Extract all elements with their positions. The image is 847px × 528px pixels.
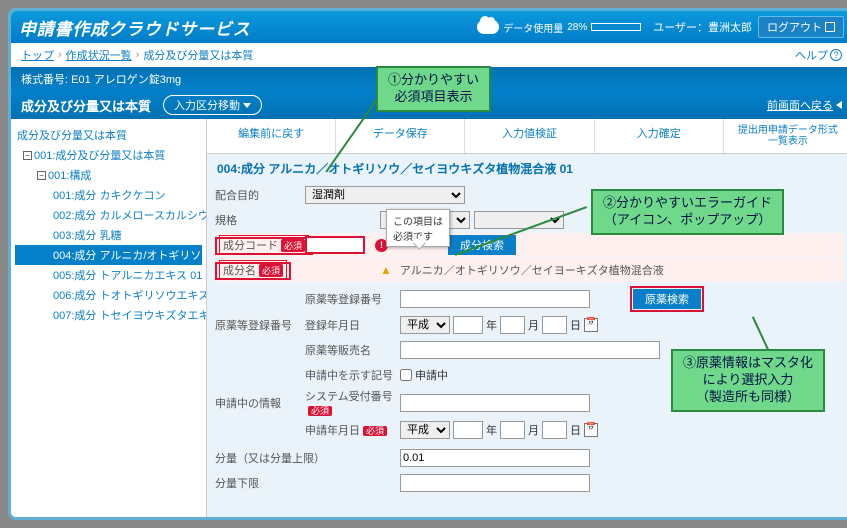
- input-day[interactable]: [542, 316, 567, 334]
- logout-icon: [825, 22, 835, 32]
- calendar-icon[interactable]: 📅: [584, 423, 598, 437]
- label-qtylow: 分量下限: [215, 475, 400, 491]
- input-month2[interactable]: [500, 421, 525, 439]
- input-code[interactable]: [305, 236, 365, 254]
- section-title: 成分及び分量又は本質: [21, 96, 151, 115]
- help-link[interactable]: ヘルプ ?: [795, 47, 842, 63]
- function-row: 編集前に戻す データ保存 入力値検証 入力確定 提出用申請データ形式 一覧表示: [207, 119, 847, 154]
- confirm-button[interactable]: 入力確定: [595, 119, 724, 153]
- crumb-current: 成分及び分量又は本質: [143, 47, 253, 63]
- tree-root[interactable]: 成分及び分量又は本質: [15, 125, 202, 145]
- tree-item[interactable]: 003:成分 乳糖: [15, 225, 202, 245]
- label-appdate: 申請年月日必須: [305, 422, 400, 438]
- input-day2[interactable]: [542, 421, 567, 439]
- label-sysno: システム受付番号必須: [305, 388, 400, 417]
- group-app: 申請中の情報: [215, 395, 305, 411]
- crumb-list[interactable]: 作成状況一覧: [66, 47, 132, 63]
- breadcrumb: トップ › 作成状況一覧 › 成分及び分量又は本質 ヘルプ ?: [11, 43, 847, 67]
- validate-button[interactable]: 入力値検証: [465, 119, 594, 153]
- calendar-icon[interactable]: 📅: [584, 318, 598, 332]
- tree-item[interactable]: 006:成分 トオトギリソウエキス アル: [15, 285, 202, 305]
- label-purpose: 配合目的: [215, 187, 305, 203]
- annotation-1: ①分かりやすい 必須項目表示: [376, 66, 491, 112]
- group-reg: 原薬等登録番号: [215, 317, 305, 333]
- record-title: 004:成分 アルニカ／オトギリソウ／セイヨウキズタ植物混合液 01: [207, 154, 847, 183]
- cloud-icon: [477, 20, 499, 34]
- select-era2[interactable]: 平成: [400, 421, 450, 439]
- app-logo: 申請書作成クラウドサービス: [19, 15, 477, 40]
- annotation-2: ②分かりやすいエラーガイド （アイコン、ポップアップ）: [591, 189, 784, 235]
- select-era[interactable]: 平成: [400, 316, 450, 334]
- crumb-top[interactable]: トップ: [21, 47, 54, 63]
- back-link[interactable]: 前画面へ戻る: [767, 97, 842, 113]
- search-drug-button[interactable]: 原薬検索: [633, 289, 701, 309]
- input-sysno[interactable]: [400, 394, 590, 412]
- undo-button[interactable]: 編集前に戻す: [207, 119, 336, 153]
- logout-button[interactable]: ログアウト: [758, 16, 844, 38]
- collapse-icon[interactable]: −: [23, 151, 32, 160]
- input-qtylow[interactable]: [400, 474, 590, 492]
- label-regdate: 登録年月日: [305, 317, 400, 333]
- user-label: ユーザー：豊洲太郎: [653, 19, 752, 35]
- label-name: 成分名必須: [215, 260, 305, 280]
- input-year2[interactable]: [453, 421, 483, 439]
- input-regno[interactable]: [400, 290, 590, 308]
- data-usage: データ使用量 28%: [477, 20, 641, 35]
- tree-sidebar: 成分及び分量又は本質 − 001:成分及び分量又は本質 − 001:構成 001…: [11, 119, 207, 520]
- label-vendor: 原薬等販売名: [305, 342, 400, 358]
- label-appmark: 申請中を示す記号: [305, 367, 400, 383]
- select-purpose[interactable]: 湿潤剤: [305, 186, 465, 204]
- value-name: アルニカ／オトギリソウ／セイヨーキズタ植物混合液: [400, 262, 664, 278]
- input-qty[interactable]: [400, 449, 590, 467]
- label-qty: 分量（又は分量上限）: [215, 450, 400, 466]
- annotation-3: ③原薬情報はマスタ化 により選択入力 （製造所も同様）: [671, 349, 825, 412]
- collapse-icon[interactable]: −: [37, 171, 46, 180]
- export-button[interactable]: 提出用申請データ形式 一覧表示: [724, 119, 847, 153]
- tree-item[interactable]: 005:成分 トアルニカエキス 01 C: [15, 265, 202, 285]
- move-section-button[interactable]: 入力区分移動: [163, 95, 262, 115]
- help-icon: ?: [830, 49, 842, 61]
- warning-icon: ▲: [380, 263, 392, 277]
- input-vendor[interactable]: [400, 341, 660, 359]
- tree-node[interactable]: − 001:構成: [15, 165, 202, 185]
- input-month[interactable]: [500, 316, 525, 334]
- label-std: 規格: [215, 212, 305, 228]
- required-tooltip: この項目は 必須です: [386, 209, 450, 247]
- style-number: 様式番号: E01 アレロゲン錠3mg: [21, 71, 181, 87]
- input-year[interactable]: [453, 316, 483, 334]
- tree-item-selected[interactable]: 004:成分 アルニカ/オトギリソウ/: [15, 245, 202, 265]
- tree-item[interactable]: 002:成分 カルメロースカルシウム: [15, 205, 202, 225]
- label-regno: 原薬等登録番号: [305, 291, 400, 307]
- tree-item[interactable]: 001:成分 カキクケコン: [15, 185, 202, 205]
- label-code: 成分コード必須: [215, 235, 305, 255]
- checkbox-applying[interactable]: [400, 369, 412, 381]
- back-icon: [836, 101, 842, 109]
- save-button[interactable]: データ保存: [336, 119, 465, 153]
- tree-node[interactable]: − 001:成分及び分量又は本質: [15, 145, 202, 165]
- tree-item[interactable]: 007:成分 トセイヨウキズタエキス 01: [15, 305, 202, 325]
- chevron-down-icon: [243, 103, 251, 108]
